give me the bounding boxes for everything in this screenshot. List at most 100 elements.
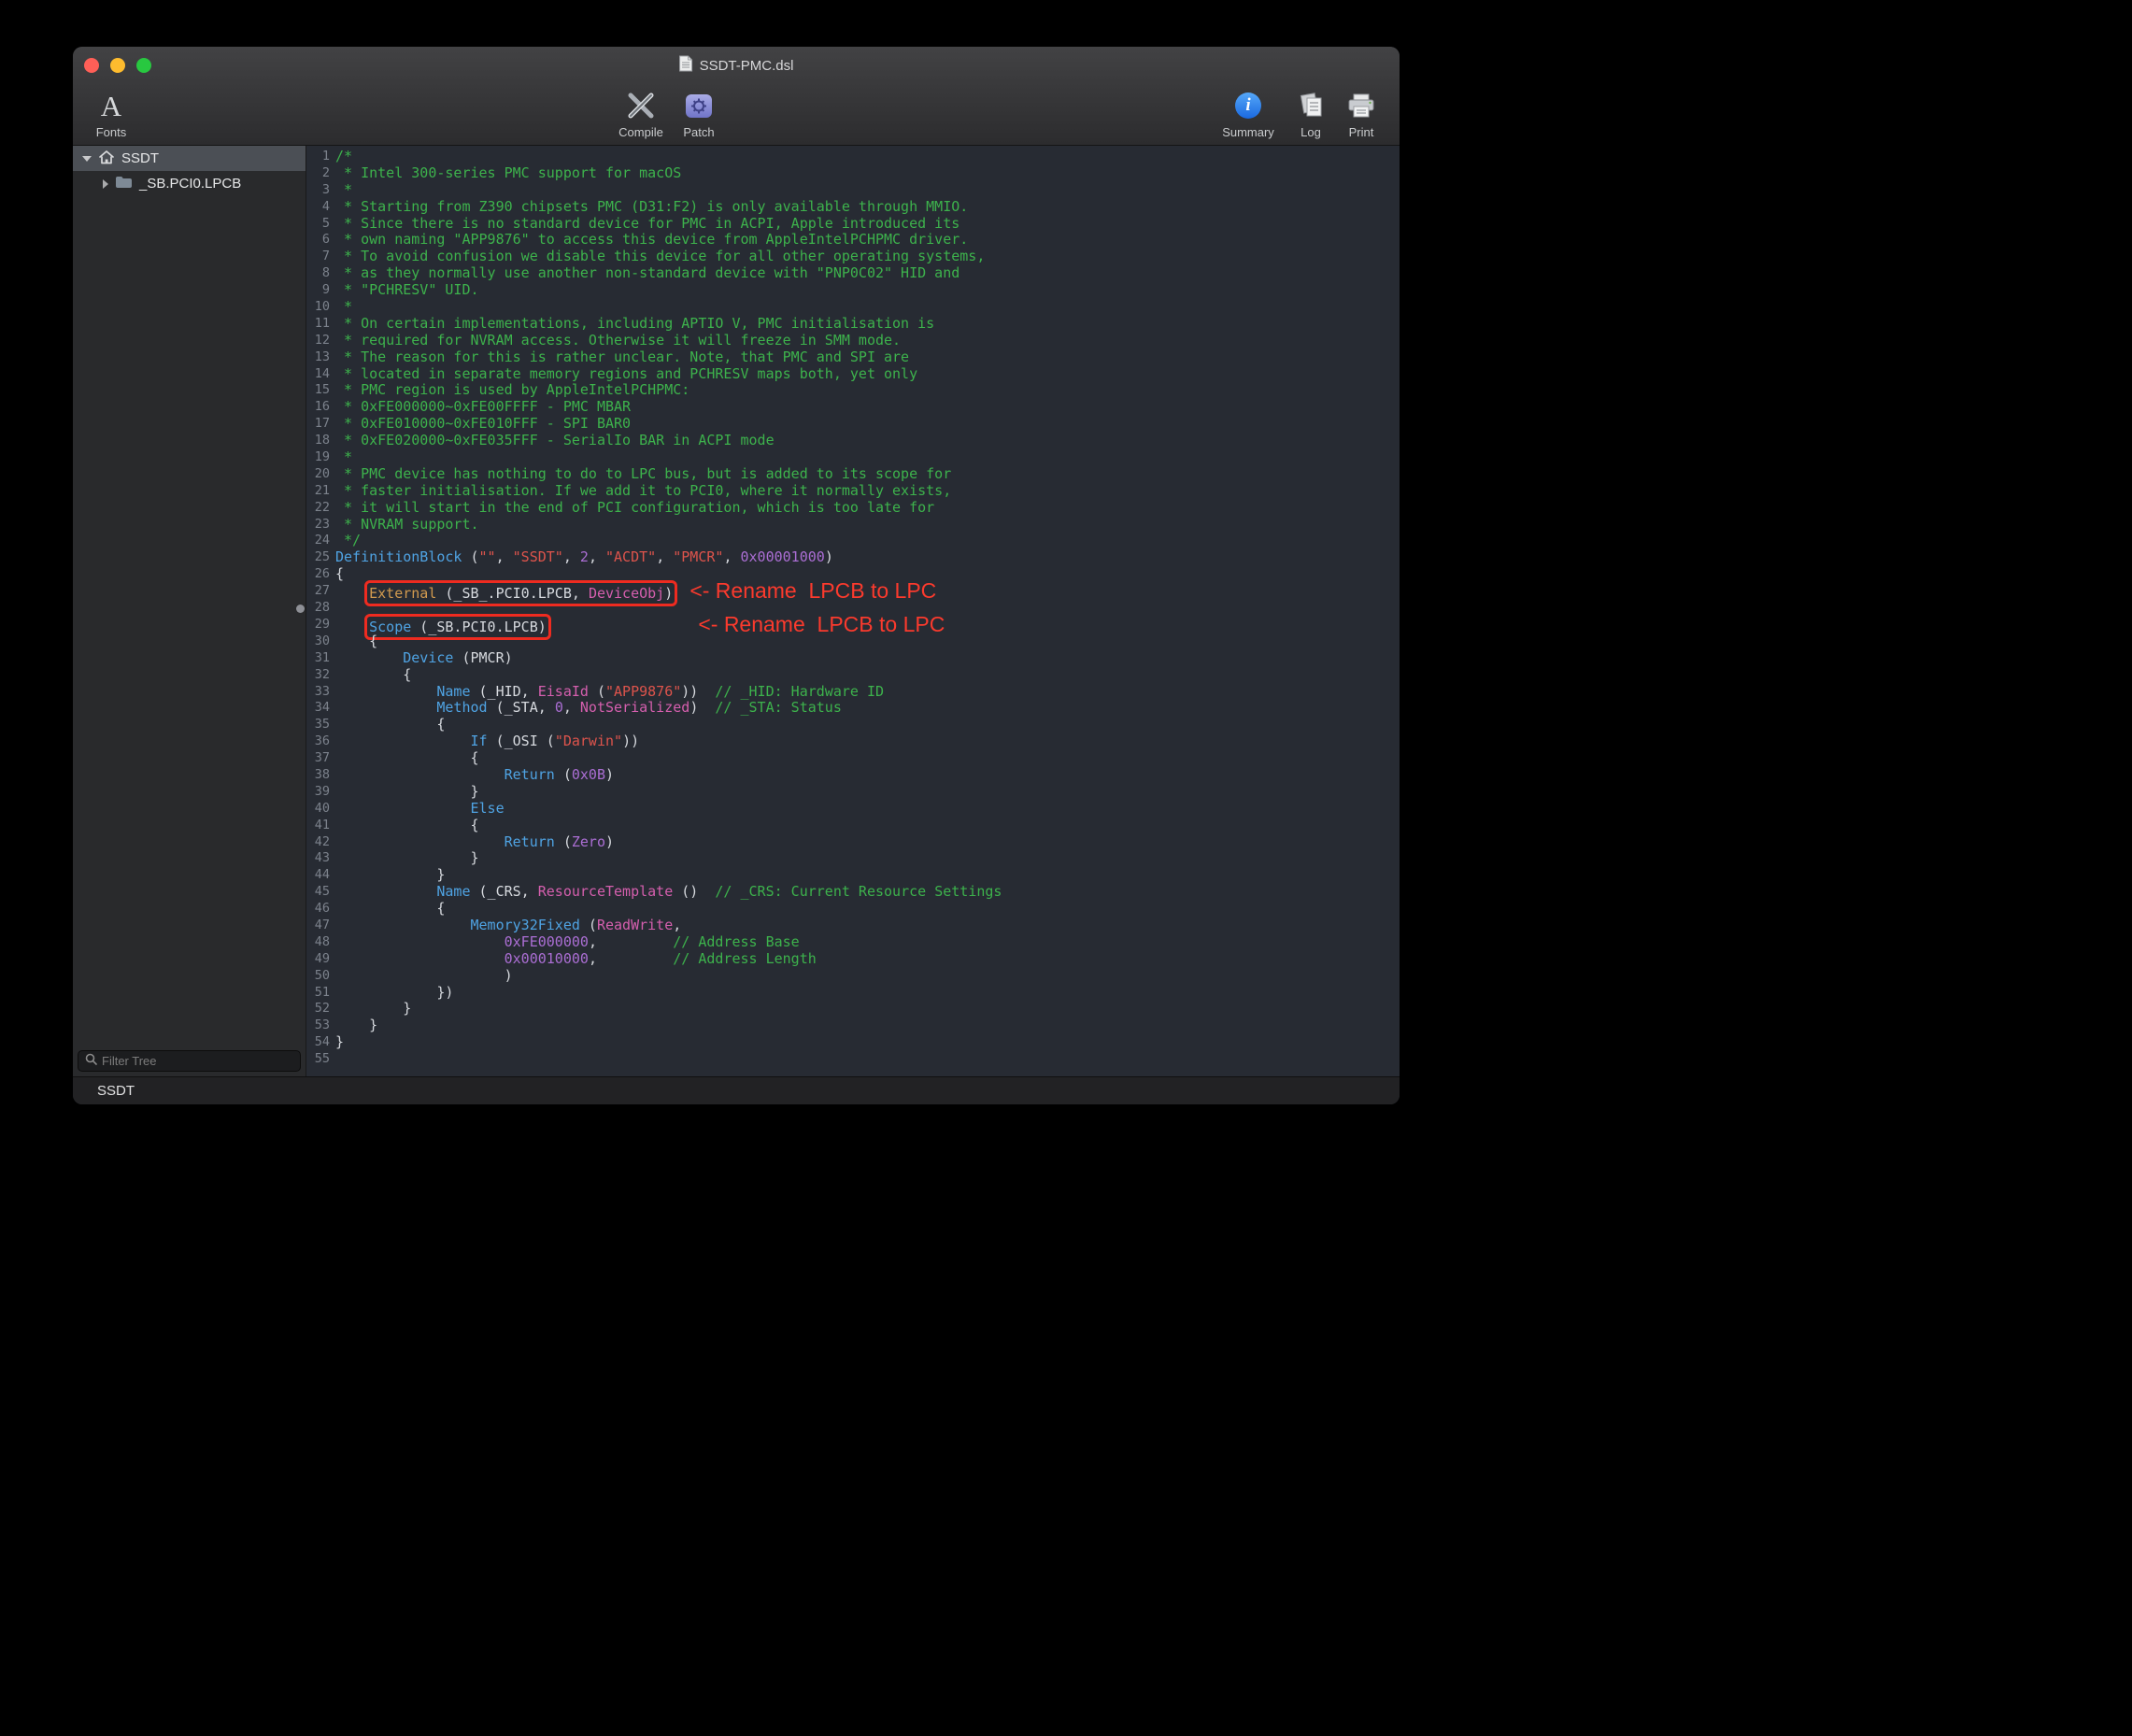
code-line[interactable]: 49 0x00010000, // Address Length — [306, 951, 1400, 968]
patch-button[interactable]: Patch — [666, 88, 732, 139]
code-token — [335, 699, 436, 716]
code-token: Memory32Fixed — [471, 917, 580, 933]
line-number: 45 — [306, 884, 334, 901]
code-token — [335, 917, 471, 933]
code-line[interactable]: 13 * The reason for this is rather uncle… — [306, 349, 1400, 366]
code-token: } — [335, 1017, 377, 1033]
code-area: 1/*2 * Intel 300-series PMC support for … — [306, 149, 1400, 1068]
code-line[interactable]: 48 0xFE000000, // Address Base — [306, 934, 1400, 951]
sidebar-item-label: _SB.PCI0.LPCB — [139, 176, 241, 192]
code-line[interactable]: 21 * faster initialisation. If we add it… — [306, 483, 1400, 500]
code-token: ( — [580, 917, 597, 933]
code-line[interactable]: 15 * PMC region is used by AppleIntelPCH… — [306, 382, 1400, 399]
code-line[interactable]: 50 ) — [306, 968, 1400, 985]
code-token: (_SB.PCI0.LPCB) — [411, 619, 547, 635]
code-token: 0 — [555, 699, 563, 716]
code-line[interactable]: 33 Name (_HID, EisaId ("APP9876")) // _H… — [306, 684, 1400, 701]
code-line[interactable]: 39 } — [306, 784, 1400, 801]
code-line[interactable]: 45 Name (_CRS, ResourceTemplate () // _C… — [306, 884, 1400, 901]
compile-button[interactable]: Compile — [608, 88, 674, 139]
code-line[interactable]: 1/* — [306, 149, 1400, 165]
code-line[interactable]: 12 * required for NVRAM access. Otherwis… — [306, 333, 1400, 349]
code-line[interactable]: 2 * Intel 300-series PMC support for mac… — [306, 165, 1400, 182]
line-number: 43 — [306, 850, 334, 867]
code-line[interactable]: 37 { — [306, 750, 1400, 767]
summary-button[interactable]: i Summary — [1215, 88, 1281, 139]
code-line[interactable]: 43 } — [306, 850, 1400, 867]
code-line[interactable]: 47 Memory32Fixed (ReadWrite, — [306, 918, 1400, 934]
filter-field[interactable] — [78, 1050, 301, 1072]
code-line[interactable]: 36 If (_OSI ("Darwin")) — [306, 733, 1400, 750]
code-line[interactable]: 8 * as they normally use another non-sta… — [306, 265, 1400, 282]
filter-input[interactable] — [102, 1054, 293, 1068]
annotation-text: <- Rename LPCB to LPC — [689, 578, 936, 603]
code-line[interactable]: 4 * Starting from Z390 chipsets PMC (D31… — [306, 199, 1400, 216]
code-line[interactable]: 54} — [306, 1034, 1400, 1051]
code-line[interactable]: 6 * own naming "APP9876" to access this … — [306, 232, 1400, 249]
fonts-button[interactable]: A Fonts — [78, 88, 144, 139]
code-line[interactable]: 53 } — [306, 1017, 1400, 1034]
code-line[interactable]: 23 * NVRAM support. — [306, 517, 1400, 534]
code-line[interactable]: 17 * 0xFE010000~0xFE010FFF - SPI BAR0 — [306, 416, 1400, 433]
code-line[interactable]: 44 } — [306, 867, 1400, 884]
code-token: { — [335, 633, 377, 649]
code-token: , — [563, 548, 580, 565]
titlebar[interactable]: SSDT-PMC.dsl — [73, 47, 1400, 84]
line-number: 52 — [306, 1001, 334, 1017]
code-line[interactable]: 41 { — [306, 818, 1400, 834]
disclosure-closed-icon[interactable] — [103, 179, 108, 189]
code-line[interactable]: 22 * it will start in the end of PCI con… — [306, 500, 1400, 517]
code-token — [335, 950, 505, 967]
code-token: ( — [589, 683, 605, 700]
code-line[interactable]: 10 * — [306, 299, 1400, 316]
code-token: 0x00001000 — [741, 548, 825, 565]
code-line[interactable]: 16 * 0xFE000000~0xFE00FFFF - PMC MBAR — [306, 399, 1400, 416]
code-line[interactable]: 7 * To avoid confusion we disable this d… — [306, 249, 1400, 265]
code-token: , — [589, 933, 673, 950]
line-number: 15 — [306, 382, 334, 399]
code-line[interactable]: 51 }) — [306, 985, 1400, 1002]
sidebar-item-ssdt[interactable]: SSDT — [73, 146, 306, 171]
line-number: 36 — [306, 733, 334, 750]
code-line[interactable]: 42 Return (Zero) — [306, 834, 1400, 851]
code-token: ) — [605, 833, 614, 850]
code-line[interactable]: 40 Else — [306, 801, 1400, 818]
code-line[interactable]: 11 * On certain implementations, includi… — [306, 316, 1400, 333]
home-icon — [98, 149, 115, 168]
code-line[interactable]: 19 * — [306, 449, 1400, 466]
disclosure-open-icon[interactable] — [82, 156, 92, 162]
code-token: * The reason for this is rather unclear.… — [335, 349, 909, 365]
zoom-button[interactable] — [136, 58, 151, 73]
code-token: { — [335, 817, 479, 833]
print-button[interactable]: Print — [1329, 88, 1394, 139]
code-token: // _STA: Status — [715, 699, 841, 716]
code-line[interactable]: 24 */ — [306, 533, 1400, 549]
code-token: )) — [622, 733, 639, 749]
code-line[interactable]: 25DefinitionBlock ("", "SSDT", 2, "ACDT"… — [306, 549, 1400, 566]
code-line[interactable]: 14 * located in separate memory regions … — [306, 366, 1400, 383]
code-line[interactable]: 46 { — [306, 901, 1400, 918]
code-line[interactable]: 38 Return (0x0B) — [306, 767, 1400, 784]
code-line[interactable]: 18 * 0xFE020000~0xFE035FFF - SerialIo BA… — [306, 433, 1400, 449]
code-line[interactable]: 9 * "PCHRESV" UID. — [306, 282, 1400, 299]
line-number: 11 — [306, 316, 334, 333]
code-line[interactable]: 29 Scope (_SB.PCI0.LPCB) <- Rename LPCB … — [306, 617, 1400, 633]
close-button[interactable] — [84, 58, 99, 73]
code-line[interactable]: 20 * PMC device has nothing to do to LPC… — [306, 466, 1400, 483]
minimize-button[interactable] — [110, 58, 125, 73]
sidebar-item-sb-pci0-lpcb[interactable]: _SB.PCI0.LPCB — [73, 171, 306, 196]
code-line[interactable]: 31 Device (PMCR) — [306, 650, 1400, 667]
line-number: 20 — [306, 466, 334, 483]
code-line[interactable]: 52 } — [306, 1001, 1400, 1017]
code-line[interactable]: 34 Method (_STA, 0, NotSerialized) // _S… — [306, 700, 1400, 717]
code-line[interactable]: 32 { — [306, 667, 1400, 684]
code-token: ( — [462, 548, 478, 565]
code-line[interactable]: 5 * Since there is no standard device fo… — [306, 216, 1400, 233]
code-line[interactable]: 55 — [306, 1051, 1400, 1068]
editor[interactable]: 1/*2 * Intel 300-series PMC support for … — [306, 146, 1400, 1076]
code-line[interactable]: 3 * — [306, 182, 1400, 199]
annotation-text: <- Rename LPCB to LPC — [698, 612, 945, 636]
code-token: * 0xFE020000~0xFE035FFF - SerialIo BAR i… — [335, 432, 775, 448]
code-line[interactable]: 27 External (_SB_.PCI0.LPCB, DeviceObj) … — [306, 583, 1400, 600]
code-line[interactable]: 35 { — [306, 717, 1400, 733]
